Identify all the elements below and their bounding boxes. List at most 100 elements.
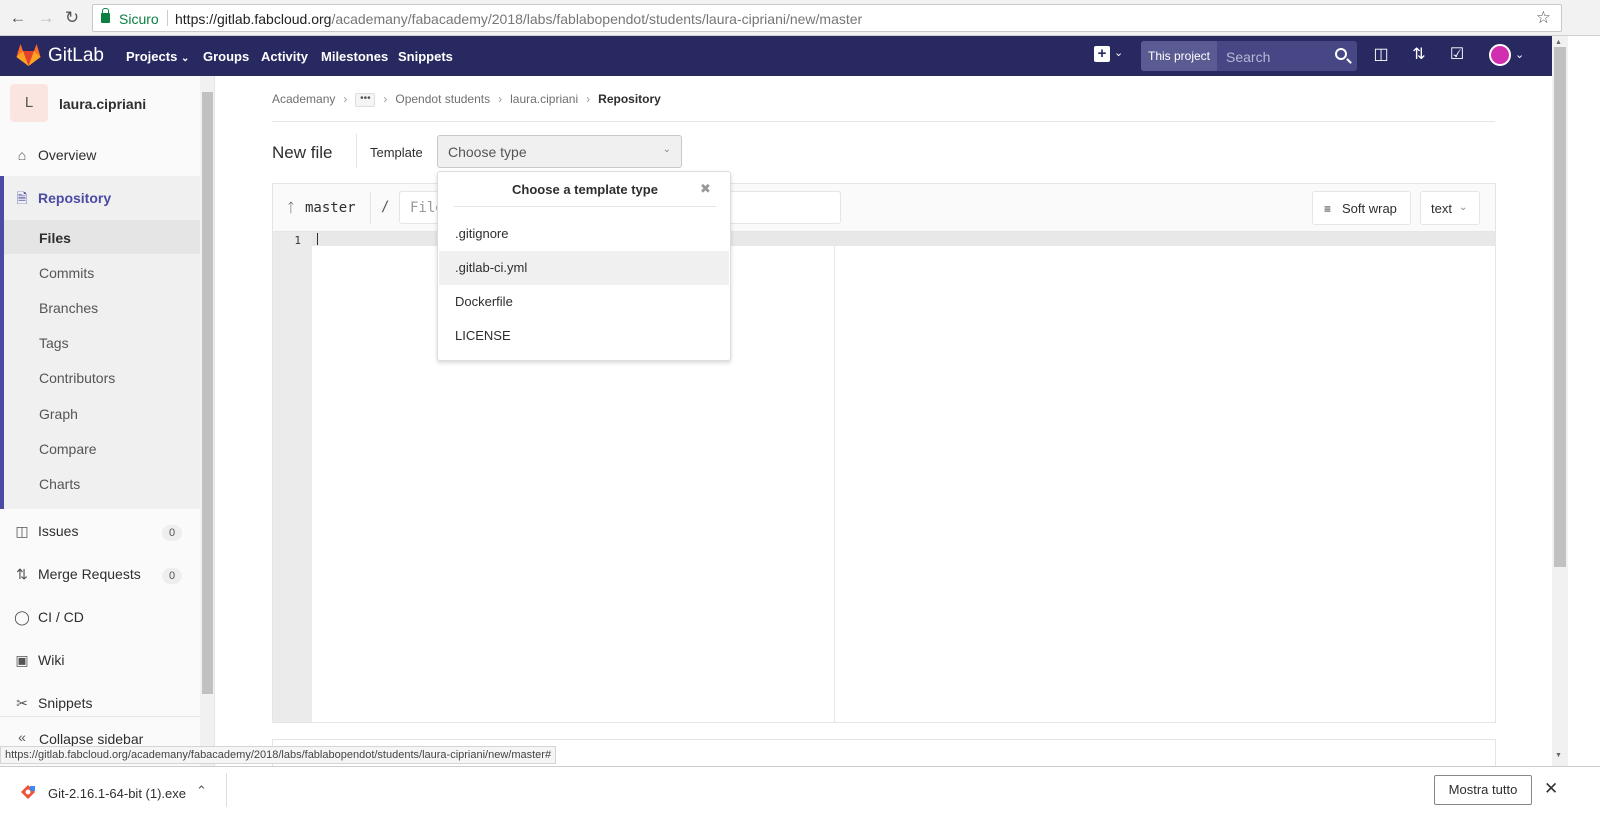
collapse-sidebar-label: Collapse sidebar — [39, 731, 144, 747]
text-cursor — [317, 233, 318, 245]
sidebar-item-contributors[interactable]: Contributors — [39, 370, 115, 386]
breadcrumb-current[interactable]: Repository — [598, 92, 661, 106]
wrap-icon: ≡ — [1324, 202, 1332, 216]
sidebar-item-wiki[interactable]: ▣ Wiki — [0, 643, 200, 677]
scroll-up-icon[interactable]: ▲ — [1555, 39, 1562, 46]
editor-gutter: 1 — [273, 232, 312, 722]
sidebar-item-tags[interactable]: Tags — [39, 335, 69, 351]
chevron-right-icon: › — [498, 92, 503, 106]
dropdown-item-label: Dockerfile — [455, 294, 513, 309]
dropdown-item-dockerfile[interactable]: Dockerfile — [439, 285, 729, 319]
todo-check-icon[interactable]: ☑ — [1448, 46, 1466, 64]
address-bar[interactable]: Sicuro https://gitlab.fabcloud.org/acade… — [92, 4, 1562, 32]
dropdown-item-label: .gitignore — [455, 226, 509, 241]
breadcrumb-opendot-students[interactable]: Opendot students — [395, 92, 490, 106]
line-number: 1 — [294, 234, 301, 247]
sidebar-item-label: Wiki — [38, 652, 65, 668]
page-scrollbar-thumb[interactable] — [1554, 47, 1566, 567]
gitlab-brand[interactable]: GitLab — [48, 45, 104, 67]
gitlab-logo-icon[interactable] — [16, 44, 41, 66]
omnibox-divider — [167, 10, 168, 26]
soft-wrap-label: Soft wrap — [1342, 201, 1397, 216]
search-field[interactable]: This project Search — [1141, 41, 1357, 71]
sidebar-item-repository[interactable]: 🗎 Repository — [0, 181, 200, 215]
url-text[interactable]: https://gitlab.fabcloud.org/academany/fa… — [175, 11, 862, 27]
nav-snippets[interactable]: Snippets — [398, 49, 453, 64]
reload-icon[interactable]: ↻ — [62, 8, 82, 28]
chevron-down-icon[interactable]: ⌄ — [1515, 48, 1524, 61]
soft-wrap-button[interactable]: ≡ Soft wrap — [1312, 191, 1411, 225]
browser-toolbar: ← → ↻ Sicuro https://gitlab.fabcloud.org… — [0, 0, 1600, 36]
back-icon[interactable]: ← — [8, 8, 28, 28]
file-mode-value: text — [1431, 201, 1452, 216]
issues-icon[interactable]: ◫ — [1372, 46, 1390, 64]
double-chevron-left-icon: « — [18, 729, 26, 745]
template-type-select[interactable]: Choose type ⌄ — [437, 135, 682, 168]
dropdown-item-license[interactable]: LICENSE — [439, 319, 729, 353]
sidebar-item-overview[interactable]: ⌂ Overview — [0, 138, 200, 172]
sidebar-item-snippets[interactable]: ✂ Snippets — [0, 686, 200, 720]
sidebar-item-merge-requests[interactable]: ⇅ Merge Requests 0 — [0, 557, 200, 591]
chevron-down-icon: ⌄ — [180, 53, 190, 64]
sidebar-item-commits[interactable]: Commits — [39, 265, 94, 281]
forward-icon[interactable]: → — [36, 8, 56, 28]
rocket-icon: ◯ — [14, 609, 30, 625]
nav-projects[interactable]: Projects ⌄ — [126, 49, 189, 64]
scroll-down-icon[interactable]: ▼ — [1555, 752, 1562, 759]
sidebar-active-row — [4, 220, 200, 254]
template-select-value: Choose type — [448, 144, 527, 160]
sidebar-scrollbar-thumb[interactable] — [202, 92, 213, 694]
bookmark-star-icon[interactable]: ☆ — [1536, 8, 1551, 28]
divider — [272, 121, 1495, 122]
template-type-dropdown: Choose a template type ✖ .gitignore .git… — [437, 171, 731, 361]
merge-request-icon: ⇅ — [16, 566, 28, 582]
sidebar-item-files[interactable]: Files — [39, 230, 71, 246]
gitlab-header: GitLab Projects ⌄ Groups Activity Milest… — [0, 36, 1552, 76]
project-name[interactable]: laura.cipriani — [59, 96, 146, 112]
nav-milestones[interactable]: Milestones — [321, 49, 388, 64]
search-icon[interactable] — [1335, 48, 1347, 60]
search-input[interactable]: Search — [1226, 49, 1270, 65]
downloads-bar: Git-2.16.1-64-bit (1).exe ⌃ Mostra tutto… — [0, 766, 1600, 830]
secure-label: Sicuro — [119, 11, 159, 27]
sidebar-item-charts[interactable]: Charts — [39, 476, 80, 492]
new-item-plus-icon[interactable]: + — [1094, 46, 1110, 62]
chevron-down-icon[interactable]: ⌄ — [1114, 46, 1123, 59]
merge-request-icon[interactable]: ⇅ — [1410, 46, 1428, 64]
search-scope-badge[interactable]: This project — [1141, 41, 1217, 71]
divider — [226, 773, 227, 807]
sidebar-item-label: CI / CD — [38, 609, 84, 625]
close-icon[interactable]: ✖ — [700, 181, 711, 197]
book-icon: ▣ — [15, 652, 29, 668]
sidebar-item-issues[interactable]: ◫ Issues 0 — [0, 514, 200, 548]
chevron-up-icon[interactable]: ⌃ — [196, 783, 207, 799]
file-mode-select[interactable]: text ⌄ — [1420, 191, 1480, 225]
chevron-down-icon: ⌄ — [662, 144, 671, 155]
mr-count-badge: 0 — [162, 568, 182, 584]
close-icon[interactable]: ✕ — [1544, 779, 1558, 799]
sidebar-item-label: Overview — [38, 147, 97, 163]
sidebar-item-label: Merge Requests — [38, 566, 141, 582]
dropdown-item-gitignore[interactable]: .gitignore — [439, 217, 729, 251]
divider — [370, 192, 371, 224]
sidebar-item-graph[interactable]: Graph — [39, 406, 78, 422]
project-avatar[interactable]: L — [10, 84, 48, 122]
download-file-name[interactable]: Git-2.16.1-64-bit (1).exe — [48, 786, 186, 801]
scissors-icon: ✂ — [16, 695, 28, 711]
dropdown-title: Choose a template type — [512, 182, 658, 197]
nav-activity[interactable]: Activity — [261, 49, 308, 64]
breadcrumb: Academany › ••• › Opendot students › laura.cip… — [272, 92, 661, 107]
sidebar-item-compare[interactable]: Compare — [39, 441, 97, 457]
home-icon: ⌂ — [17, 147, 27, 163]
breadcrumb-project[interactable]: laura.cipriani — [510, 92, 578, 106]
user-avatar[interactable] — [1489, 44, 1511, 66]
sidebar-item-branches[interactable]: Branches — [39, 300, 98, 316]
breadcrumb-academany[interactable]: Academany — [272, 92, 335, 106]
path-separator: / — [381, 199, 390, 215]
print-margin-guide — [834, 232, 835, 722]
sidebar-item-cicd[interactable]: ◯ CI / CD — [0, 600, 200, 634]
ellipsis-icon[interactable]: ••• — [355, 92, 376, 107]
show-all-downloads-button[interactable]: Mostra tutto — [1434, 775, 1532, 805]
dropdown-item-gitlab-ci[interactable]: .gitlab-ci.yml — [439, 251, 729, 285]
nav-groups[interactable]: Groups — [203, 49, 249, 64]
